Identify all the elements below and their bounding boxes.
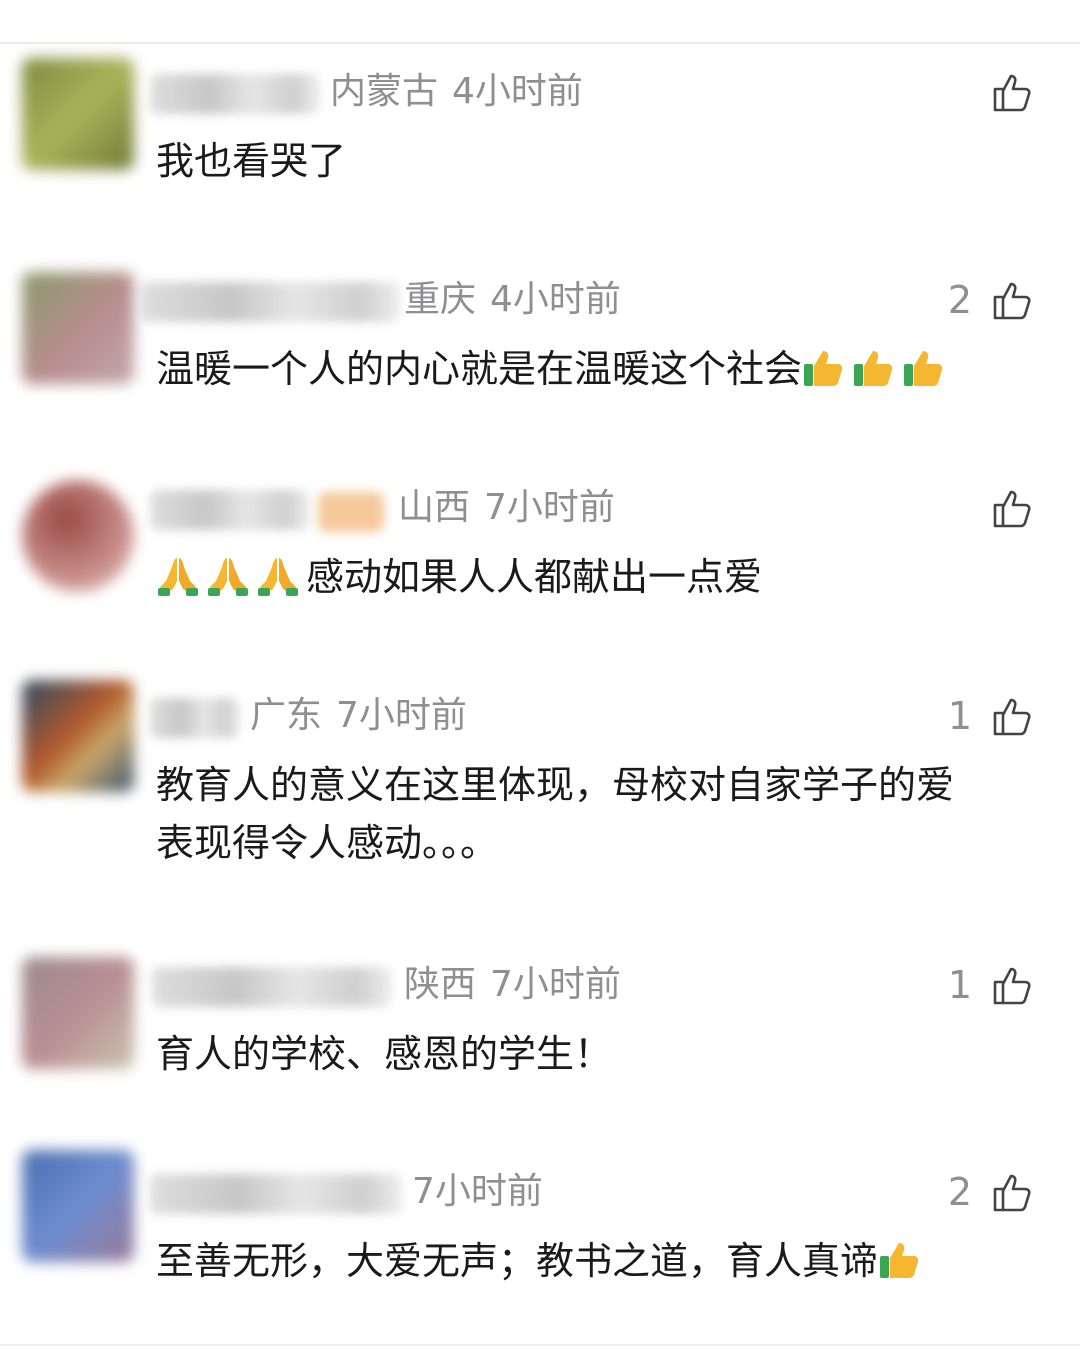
username-blurred[interactable]	[150, 490, 310, 530]
time-label: 7小时前	[490, 964, 621, 1005]
top-divider	[0, 42, 1080, 44]
comment-text: 我也看哭了	[156, 132, 1036, 190]
username-blurred[interactable]	[150, 74, 320, 114]
time-label: 7小时前	[336, 695, 467, 736]
thumbs-up-outline-icon[interactable]	[990, 1170, 1034, 1214]
username-blurred[interactable]	[150, 1174, 402, 1214]
praying-hands-emoji	[158, 558, 198, 596]
username-blurred[interactable]	[150, 698, 240, 738]
comment-text-content: 我也看哭了	[156, 139, 347, 183]
praying-hands-emoji	[208, 558, 248, 596]
location-label: 陕西	[404, 964, 477, 1005]
comment-meta: 重庆 4小时前	[404, 278, 621, 322]
username-blurred[interactable]	[140, 282, 400, 322]
time-label: 7小时前	[412, 1171, 543, 1212]
comment-text-line: 教育人的意义在这里体现，母校对自家学子的爱	[156, 763, 955, 807]
praying-hands-emoji	[258, 558, 298, 596]
thumbs-up-emoji	[880, 1243, 919, 1278]
comment-text-content: 至善无形，大爱无声；教书之道，育人真谛	[156, 1239, 879, 1283]
avatar[interactable]	[22, 58, 134, 170]
thumbs-up-outline-icon[interactable]	[990, 486, 1034, 530]
comment-text: 温暖一个人的内心就是在温暖这个社会	[156, 340, 1036, 398]
location-label: 广东	[250, 695, 323, 736]
location-label: 山西	[398, 487, 471, 528]
comment-meta: 陕西 7小时前	[404, 963, 621, 1007]
comment-text-content: 育人的学校、感恩的学生！	[156, 1032, 613, 1076]
username-blurred[interactable]	[152, 967, 392, 1007]
comment-text-content: 温暖一个人的内心就是在温暖这个社会	[156, 347, 803, 391]
like-count: 2	[947, 278, 972, 322]
avatar[interactable]	[22, 272, 134, 384]
thumbs-up-emoji	[854, 351, 893, 386]
avatar[interactable]	[22, 680, 134, 792]
bottom-divider	[0, 1344, 1080, 1346]
location-label: 重庆	[404, 279, 477, 320]
location-label: 内蒙古	[330, 71, 439, 112]
avatar[interactable]	[22, 957, 134, 1069]
comment-text-content: 感动如果人人都献出一点爱	[306, 555, 763, 599]
thumbs-up-emoji	[904, 351, 943, 386]
like-count: 1	[947, 694, 972, 738]
thumbs-up-outline-icon[interactable]	[990, 278, 1034, 322]
comment-meta: 山西 7小时前	[398, 486, 615, 530]
comment-meta: 内蒙古 4小时前	[330, 70, 583, 114]
like-count: 2	[947, 1170, 972, 1214]
time-label: 4小时前	[452, 71, 583, 112]
comment-meta: 7小时前	[412, 1170, 543, 1214]
time-label: 4小时前	[490, 279, 621, 320]
thumbs-up-outline-icon[interactable]	[990, 70, 1034, 114]
comment-text-line: 表现得令人感动。。。	[156, 821, 499, 865]
comment-text: 至善无形，大爱无声；教书之道，育人真谛	[156, 1232, 1036, 1290]
comment-text: 教育人的意义在这里体现，母校对自家学子的爱 表现得令人感动。。。	[156, 756, 1036, 872]
thumbs-up-outline-icon[interactable]	[990, 694, 1034, 738]
username-badge-blurred	[318, 492, 384, 532]
time-label: 7小时前	[484, 487, 615, 528]
comment-text: 育人的学校、感恩的学生！	[156, 1025, 1036, 1083]
thumbs-up-outline-icon[interactable]	[990, 963, 1034, 1007]
avatar[interactable]	[22, 480, 134, 592]
comment-meta: 广东 7小时前	[250, 694, 467, 738]
thumbs-up-emoji	[804, 351, 843, 386]
avatar[interactable]	[22, 1150, 134, 1262]
comment-text: 感动如果人人都献出一点爱	[156, 548, 1036, 606]
like-count: 1	[947, 963, 972, 1007]
